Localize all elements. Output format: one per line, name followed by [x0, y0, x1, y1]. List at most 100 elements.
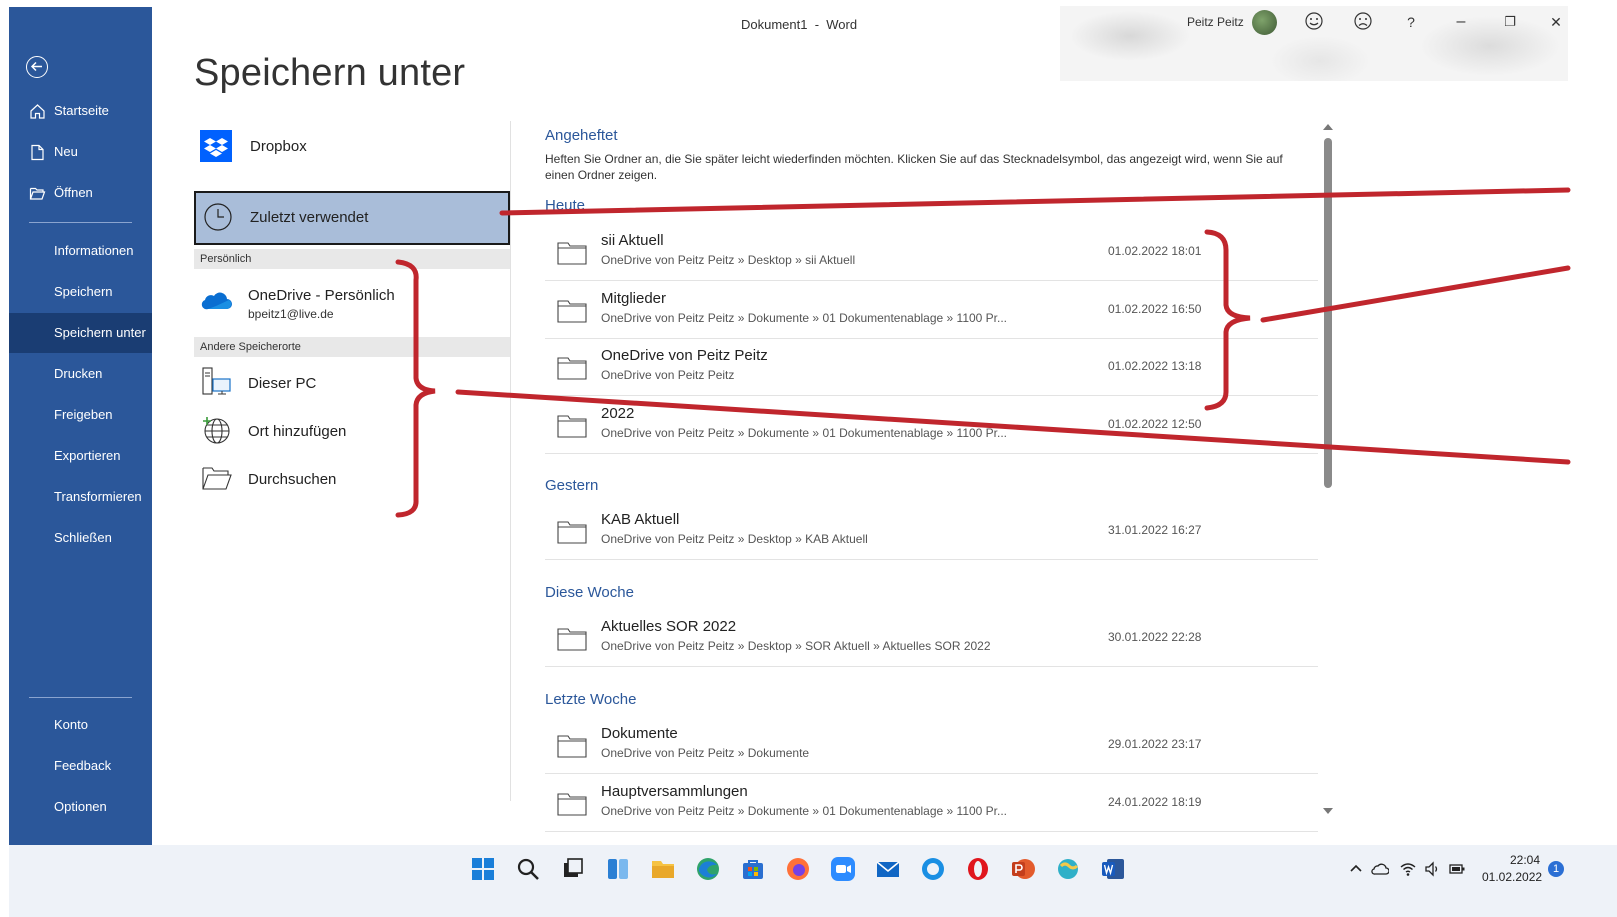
- battery-icon[interactable]: [1448, 860, 1466, 878]
- scroll-down-arrow-icon[interactable]: [1323, 808, 1333, 814]
- location-label: Ort hinzufügen: [248, 423, 347, 440]
- nav-item-export[interactable]: Exportieren: [9, 436, 152, 476]
- location-this-pc[interactable]: Dieser PC: [194, 361, 510, 407]
- folder-row[interactable]: OneDrive von Peitz Peitz OneDrive von Pe…: [545, 339, 1318, 396]
- back-arrow-icon[interactable]: [26, 56, 48, 78]
- folder-row[interactable]: Dokumente OneDrive von Peitz Peitz » Dok…: [545, 717, 1318, 774]
- location-browse[interactable]: Durchsuchen: [194, 457, 510, 503]
- new-document-icon: [31, 144, 44, 161]
- nav-item-info[interactable]: Informationen: [9, 231, 152, 271]
- nav-item-feedback[interactable]: Feedback: [9, 746, 152, 786]
- avatar[interactable]: [1252, 10, 1277, 35]
- frown-icon[interactable]: [1352, 11, 1374, 33]
- location-label: Dieser PC: [248, 375, 317, 392]
- user-name[interactable]: Peitz Peitz: [1187, 15, 1244, 29]
- nav-divider: [29, 697, 132, 698]
- folder-icon: [557, 628, 587, 651]
- folder-icon: [557, 415, 587, 438]
- folder-row[interactable]: 2022 OneDrive von Peitz Peitz » Dokument…: [545, 397, 1318, 454]
- nav-item-save-as[interactable]: Speichern unter: [9, 313, 152, 353]
- nav-item-open[interactable]: Öffnen: [9, 173, 152, 213]
- folder-path: OneDrive von Peitz Peitz » Dokumente » 0…: [601, 311, 1008, 325]
- group-title-last-week: Letzte Woche: [545, 691, 637, 708]
- word-icon[interactable]: [1100, 856, 1126, 882]
- dropbox-icon: [200, 130, 232, 162]
- edge-icon[interactable]: [695, 856, 721, 882]
- folder-name: 2022: [601, 405, 635, 422]
- location-add-place[interactable]: Ort hinzufügen: [194, 409, 510, 455]
- folder-row[interactable]: sii Aktuell OneDrive von Peitz Peitz » D…: [545, 224, 1318, 281]
- nav-item-label: Freigeben: [54, 407, 113, 422]
- search-icon[interactable]: [515, 856, 541, 882]
- location-recent[interactable]: Zuletzt verwendet: [194, 191, 510, 245]
- nav-item-label: Exportieren: [54, 448, 121, 463]
- smile-icon[interactable]: [1303, 11, 1325, 33]
- location-onedrive[interactable]: OneDrive - Persönlich bpeitz1@live.de: [194, 273, 510, 327]
- wifi-icon[interactable]: [1399, 860, 1417, 878]
- nav-item-close[interactable]: Schließen: [9, 518, 152, 558]
- folder-path: OneDrive von Peitz Peitz: [601, 368, 735, 382]
- close-button[interactable]: ✕: [1545, 11, 1567, 33]
- nav-item-save[interactable]: Speichern: [9, 272, 152, 312]
- restore-button[interactable]: ❐: [1499, 11, 1521, 33]
- chevron-up-icon[interactable]: [1347, 860, 1365, 878]
- folder-path: OneDrive von Peitz Peitz » Desktop » KAB…: [601, 532, 868, 546]
- folder-path: OneDrive von Peitz Peitz » Desktop » sii…: [601, 253, 856, 267]
- task-view-icon[interactable]: [560, 856, 586, 882]
- mail-icon[interactable]: [875, 856, 901, 882]
- group-title-this-week: Diese Woche: [545, 584, 634, 601]
- nav-item-share[interactable]: Freigeben: [9, 395, 152, 435]
- section-header-other: Andere Speicherorte: [194, 337, 510, 357]
- nav-item-new[interactable]: Neu: [9, 132, 152, 172]
- page-title: Speichern unter: [194, 52, 466, 94]
- nav-item-label: Schließen: [54, 530, 112, 545]
- store-icon[interactable]: [740, 856, 766, 882]
- nav-item-home[interactable]: Startseite: [9, 91, 152, 131]
- folder-row[interactable]: Mitglieder OneDrive von Peitz Peitz » Do…: [545, 282, 1318, 339]
- taskbar-clock-time[interactable]: 22:04: [1510, 853, 1540, 867]
- folder-name: KAB Aktuell: [601, 511, 680, 528]
- help-button[interactable]: ?: [1400, 11, 1422, 33]
- folder-icon: [557, 793, 587, 816]
- nav-item-label: Neu: [54, 144, 78, 159]
- recent-folders-list: Angeheftet Heften Sie Ordner an, die Sie…: [545, 121, 1320, 832]
- taskbar-clock-date[interactable]: 01.02.2022: [1482, 870, 1542, 884]
- nav-item-print[interactable]: Drucken: [9, 354, 152, 394]
- windows-start-icon[interactable]: [470, 856, 496, 882]
- nav-item-options[interactable]: Optionen: [9, 787, 152, 827]
- powerpoint-icon[interactable]: [1010, 856, 1036, 882]
- scrollbar-thumb[interactable]: [1324, 138, 1332, 488]
- folder-icon: [557, 357, 587, 380]
- location-dropbox[interactable]: Dropbox: [194, 121, 510, 173]
- onedrive-tray-icon[interactable]: [1371, 860, 1389, 878]
- backstage-nav: Startseite Neu Öffnen Informationen Spei…: [9, 7, 152, 845]
- widgets-icon[interactable]: [605, 856, 631, 882]
- file-explorer-icon[interactable]: [650, 856, 676, 882]
- folder-name: sii Aktuell: [601, 232, 664, 249]
- opera-icon[interactable]: [965, 856, 991, 882]
- onedrive-cloud-icon: [201, 292, 232, 310]
- home-icon: [30, 104, 45, 119]
- nav-item-label: Konto: [54, 717, 88, 732]
- nav-item-label: Feedback: [54, 758, 112, 773]
- nav-item-account[interactable]: Konto: [9, 705, 152, 745]
- skype-icon[interactable]: [920, 856, 946, 882]
- location-label: Zuletzt verwendet: [250, 209, 369, 226]
- folder-row[interactable]: Aktuelles SOR 2022 OneDrive von Peitz Pe…: [545, 610, 1318, 667]
- zoom-icon[interactable]: [830, 856, 856, 882]
- folder-date: 01.02.2022 18:01: [1108, 244, 1202, 258]
- minimize-button[interactable]: –: [1450, 11, 1472, 33]
- firefox-icon[interactable]: [785, 856, 811, 882]
- nav-item-label: Informationen: [54, 243, 134, 258]
- folder-row[interactable]: KAB Aktuell OneDrive von Peitz Peitz » D…: [545, 503, 1318, 560]
- location-label: Durchsuchen: [248, 471, 337, 488]
- nav-item-transform[interactable]: Transformieren: [9, 477, 152, 517]
- notification-badge[interactable]: 1: [1548, 861, 1564, 877]
- weather-globe-icon[interactable]: [1055, 856, 1081, 882]
- folder-row[interactable]: Hauptversammlungen OneDrive von Peitz Pe…: [545, 775, 1318, 832]
- speaker-icon[interactable]: [1423, 860, 1441, 878]
- scroll-up-arrow-icon[interactable]: [1323, 124, 1333, 130]
- folder-date: 01.02.2022 13:18: [1108, 359, 1202, 373]
- pinned-help-text: Heften Sie Ordner an, die Sie später lei…: [545, 152, 1283, 182]
- computer-icon: [202, 367, 231, 395]
